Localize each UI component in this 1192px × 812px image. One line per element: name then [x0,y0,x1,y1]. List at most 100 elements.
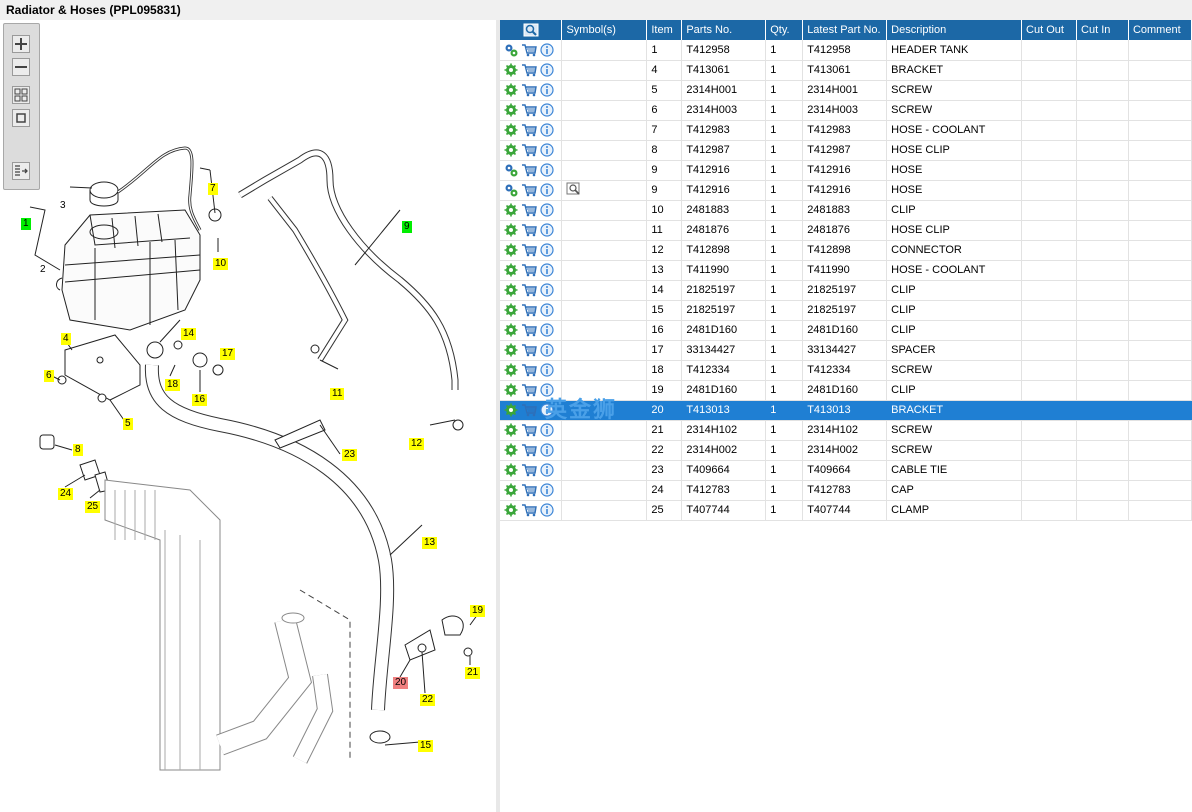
callout-9[interactable]: 9 [402,221,412,233]
part-info-button[interactable] [540,203,554,217]
part-info-button[interactable] [540,323,554,337]
callout-10[interactable]: 10 [213,258,229,270]
part-info-button[interactable] [540,43,554,57]
part-info-button[interactable] [540,223,554,237]
table-row[interactable]: 8 T412987 1 T412987 HOSE CLIP [500,140,1192,161]
callout-20[interactable]: 20 [393,677,409,689]
callout-7[interactable]: 7 [208,183,218,195]
options-button[interactable] [504,223,518,237]
column-header-qty[interactable]: Qty. [765,20,804,40]
add-to-cart-button[interactable] [521,363,537,377]
options-button[interactable] [504,203,518,217]
table-row[interactable]: 6 2314H003 1 2314H003 SCREW [500,100,1192,121]
options-button[interactable] [504,403,518,417]
part-info-button[interactable] [540,103,554,117]
callout-12[interactable]: 12 [409,438,425,450]
options-button[interactable] [504,463,518,477]
add-to-cart-button[interactable] [521,83,537,97]
options-button[interactable] [504,383,518,397]
part-info-button[interactable] [540,443,554,457]
callout-19[interactable]: 19 [470,605,486,617]
part-info-button[interactable] [540,163,554,177]
table-row[interactable]: 17 33134427 1 33134427 SPACER [500,340,1192,361]
part-info-button[interactable] [540,143,554,157]
callout-1[interactable]: 1 [21,218,31,230]
options-button[interactable] [504,163,518,177]
callout-3[interactable]: 3 [58,200,68,212]
options-button[interactable] [504,323,518,337]
fit-all-button[interactable] [12,86,30,104]
part-info-button[interactable] [540,123,554,137]
add-to-cart-button[interactable] [521,263,537,277]
column-header-latest-part-no[interactable]: Latest Part No. [802,20,888,40]
options-button[interactable] [504,443,518,457]
options-button[interactable] [504,283,518,297]
table-row[interactable]: 24 T412783 1 T412783 CAP [500,480,1192,501]
table-row[interactable]: 11 2481876 1 2481876 HOSE CLIP [500,220,1192,241]
view-drawing-button[interactable] [566,182,582,199]
add-to-cart-button[interactable] [521,343,537,357]
table-row[interactable]: 13 T411990 1 T411990 HOSE - COOLANT [500,260,1192,281]
add-to-cart-button[interactable] [521,183,537,197]
callout-21[interactable]: 21 [465,667,481,679]
table-row[interactable]: 9 T412916 1 T412916 HOSE [500,160,1192,181]
column-header-cut-out[interactable]: Cut Out [1021,20,1078,40]
part-info-button[interactable] [540,243,554,257]
table-row[interactable]: 5 2314H001 1 2314H001 SCREW [500,80,1192,101]
table-row[interactable]: 10 2481883 1 2481883 CLIP [500,200,1192,221]
part-info-button[interactable] [540,363,554,377]
add-to-cart-button[interactable] [521,383,537,397]
actual-size-button[interactable] [12,109,30,127]
add-to-cart-button[interactable] [521,463,537,477]
callout-15[interactable]: 15 [418,740,434,752]
part-info-button[interactable] [540,303,554,317]
add-to-cart-button[interactable] [521,403,537,417]
column-header-parts-no[interactable]: Parts No. [681,20,767,40]
add-to-cart-button[interactable] [521,483,537,497]
options-button[interactable] [504,63,518,77]
table-row[interactable]: 7 T412983 1 T412983 HOSE - COOLANT [500,120,1192,141]
column-header-comment[interactable]: Comment [1128,20,1192,40]
column-header-cut-in[interactable]: Cut In [1076,20,1129,40]
callout-25[interactable]: 25 [85,501,101,513]
options-button[interactable] [504,43,518,57]
callout-13[interactable]: 13 [422,537,438,549]
options-button[interactable] [504,143,518,157]
options-button[interactable] [504,303,518,317]
table-row[interactable]: 18 T412334 1 T412334 SCREW [500,360,1192,381]
add-to-cart-button[interactable] [521,443,537,457]
add-to-cart-button[interactable] [521,223,537,237]
part-info-button[interactable] [540,483,554,497]
options-button[interactable] [504,123,518,137]
part-info-button[interactable] [540,423,554,437]
callout-5[interactable]: 5 [123,418,133,430]
callout-17[interactable]: 17 [220,348,236,360]
options-button[interactable] [504,423,518,437]
options-button[interactable] [504,103,518,117]
options-button[interactable] [504,83,518,97]
table-row[interactable]: 1 T412958 1 T412958 HEADER TANK [500,40,1192,61]
column-header-item[interactable]: Item [646,20,683,40]
add-to-cart-button[interactable] [521,323,537,337]
callout-8[interactable]: 8 [73,444,83,456]
table-row[interactable]: 12 T412898 1 T412898 CONNECTOR [500,240,1192,261]
table-row[interactable]: 15 21825197 1 21825197 CLIP [500,300,1192,321]
column-header-actions[interactable] [500,20,563,40]
options-button[interactable] [504,343,518,357]
add-to-cart-button[interactable] [521,143,537,157]
options-button[interactable] [504,243,518,257]
callout-14[interactable]: 14 [181,328,197,340]
add-to-cart-button[interactable] [521,243,537,257]
column-header-description[interactable]: Description [886,20,1023,40]
table-row[interactable]: 22 2314H002 1 2314H002 SCREW [500,440,1192,461]
add-to-cart-button[interactable] [521,203,537,217]
diagram-viewer[interactable]: 1 2 3 4 5 6 7 8 9 10 11 12 13 14 15 16 17 18 19 20 21 22 23 24 2… [0,20,496,812]
callout-4[interactable]: 4 [61,333,71,345]
add-to-cart-button[interactable] [521,283,537,297]
part-info-button[interactable] [540,283,554,297]
callout-2[interactable]: 2 [38,264,48,276]
add-to-cart-button[interactable] [521,303,537,317]
callout-22[interactable]: 22 [420,694,436,706]
add-to-cart-button[interactable] [521,103,537,117]
callout-6[interactable]: 6 [44,370,54,382]
